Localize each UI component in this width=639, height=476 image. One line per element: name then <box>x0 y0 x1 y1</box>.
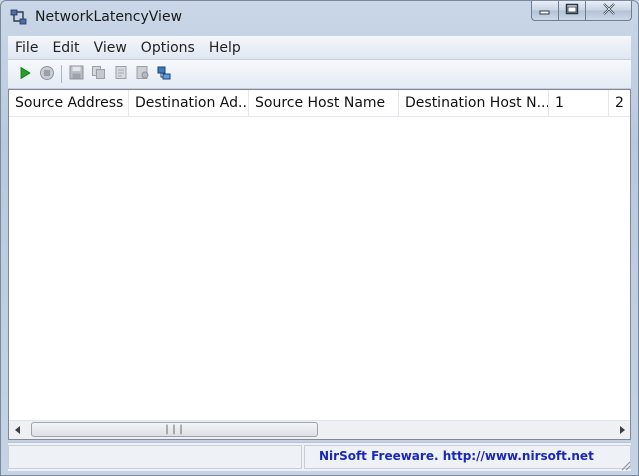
column-ping-1[interactable]: 1 <box>549 90 609 116</box>
maximize-icon <box>565 3 579 18</box>
resize-grip-icon[interactable] <box>619 459 631 471</box>
arrow-left-icon <box>14 423 22 437</box>
list-header: Source Address Destination Ad... Source … <box>9 90 630 117</box>
html-report-icon <box>113 65 128 83</box>
menu-bar: File Edit View Options Help <box>8 36 631 60</box>
save-icon <box>69 65 84 83</box>
toolbar <box>8 60 631 88</box>
menu-edit[interactable]: Edit <box>45 40 86 56</box>
stop-icon <box>39 65 55 84</box>
menu-file[interactable]: File <box>8 40 45 56</box>
column-source-host-name[interactable]: Source Host Name <box>249 90 399 116</box>
minimize-button[interactable] <box>531 1 559 21</box>
play-icon <box>18 66 32 83</box>
minimize-icon <box>539 4 551 18</box>
column-destination-host-name[interactable]: Destination Host N... <box>399 90 549 116</box>
close-icon <box>602 3 616 18</box>
status-panel-count <box>8 445 302 469</box>
app-window: NetworkLatencyView File Edit View Option… <box>0 0 639 476</box>
column-ping-2[interactable]: 2 <box>609 90 630 116</box>
menu-help[interactable]: Help <box>202 40 248 56</box>
save-button[interactable] <box>65 63 87 85</box>
start-button[interactable] <box>14 63 36 85</box>
refresh-icon <box>156 65 172 84</box>
status-panel-link: NirSoft Freeware. http://www.nirsoft.net <box>304 445 631 469</box>
stop-button[interactable] <box>36 63 58 85</box>
nirsoft-link[interactable]: NirSoft Freeware. http://www.nirsoft.net <box>305 449 594 463</box>
status-bar: NirSoft Freeware. http://www.nirsoft.net <box>8 442 631 471</box>
properties-button[interactable] <box>131 63 153 85</box>
html-report-button[interactable] <box>109 63 131 85</box>
column-destination-address[interactable]: Destination Ad... <box>129 90 249 116</box>
title-bar[interactable]: NetworkLatencyView <box>1 1 638 35</box>
scroll-thumb[interactable]: ||| <box>31 422 318 437</box>
results-list[interactable]: Source Address Destination Ad... Source … <box>8 89 631 440</box>
network-icon <box>10 7 28 27</box>
menu-options[interactable]: Options <box>134 40 202 56</box>
column-source-address[interactable]: Source Address <box>9 90 129 116</box>
properties-icon <box>135 65 150 83</box>
grip-icon: ||| <box>163 424 186 435</box>
copy-button[interactable] <box>87 63 109 85</box>
arrow-right-icon <box>618 423 626 437</box>
caption-buttons <box>531 1 632 23</box>
toolbar-separator <box>61 65 62 83</box>
close-button[interactable] <box>586 1 632 21</box>
maximize-button[interactable] <box>559 1 586 21</box>
scroll-right-button[interactable] <box>613 421 630 438</box>
window-title: NetworkLatencyView <box>35 9 183 25</box>
horizontal-scrollbar[interactable]: ||| <box>9 420 630 439</box>
scroll-left-button[interactable] <box>9 421 26 438</box>
menu-view[interactable]: View <box>87 40 134 56</box>
copy-icon <box>91 65 106 83</box>
refresh-button[interactable] <box>153 63 175 85</box>
